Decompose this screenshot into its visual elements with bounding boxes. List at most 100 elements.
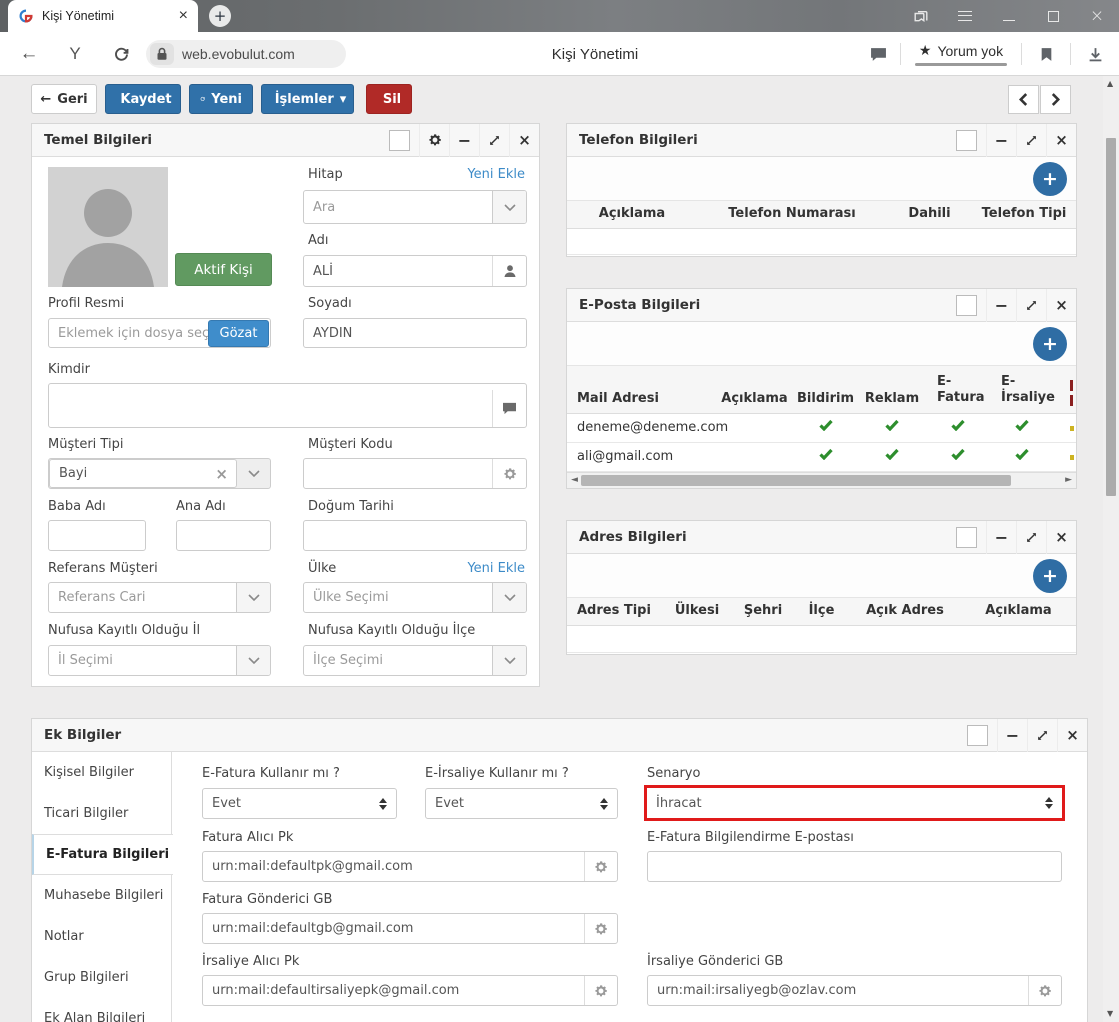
chevron-down-icon[interactable] <box>492 646 526 675</box>
ilce-select[interactable]: İlçe Seçimi <box>303 645 527 676</box>
dogum-tarihi-input[interactable] <box>303 520 527 551</box>
panel-close-icon[interactable]: × <box>1057 719 1087 752</box>
panel-select-checkbox[interactable] <box>956 295 977 316</box>
panel-expand-icon[interactable] <box>1027 719 1057 752</box>
window-close-button[interactable]: × <box>1089 8 1105 24</box>
senaryo-select[interactable]: İhracat <box>644 785 1065 821</box>
panel-expand-icon[interactable] <box>1016 124 1046 157</box>
panel-collapse-icon[interactable]: − <box>986 521 1016 554</box>
bookmark-icon[interactable] <box>1022 47 1070 62</box>
comment-icon[interactable] <box>856 47 900 62</box>
musteri-kodu-input[interactable] <box>303 458 527 489</box>
il-select[interactable]: İl Seçimi <box>48 645 271 676</box>
kimdir-textarea[interactable] <box>48 383 527 428</box>
select-spinner-icon[interactable] <box>600 798 608 810</box>
fatura-gonderici-gb-input[interactable]: urn:mail:defaultgb@gmail.com <box>202 913 618 944</box>
gear-icon[interactable] <box>584 976 617 1005</box>
gear-icon[interactable] <box>584 914 617 943</box>
panel-collapse-icon[interactable]: − <box>449 124 479 157</box>
gozat-button[interactable]: Gözat <box>208 320 269 347</box>
panel-close-icon[interactable]: × <box>1046 289 1076 322</box>
chevron-down-icon[interactable] <box>492 583 526 612</box>
ulke-yeni-ekle-link[interactable]: Yeni Ekle <box>467 561 525 576</box>
panel-select-checkbox[interactable] <box>956 527 977 548</box>
panel-expand-icon[interactable] <box>1016 289 1046 322</box>
irsaliye-alici-pk-input[interactable]: urn:mail:defaultirsaliyepk@gmail.com <box>202 975 618 1006</box>
vscroll-thumb[interactable] <box>1106 138 1116 496</box>
email-table-hscrollbar[interactable]: ◄ ► <box>567 472 1076 488</box>
tab-kisisel-bilgiler[interactable]: Kişisel Bilgiler <box>32 752 171 793</box>
panel-expand-icon[interactable] <box>1016 521 1046 554</box>
add-email-button[interactable]: + <box>1033 327 1067 361</box>
prev-page-button[interactable] <box>1008 85 1039 114</box>
efatura-kullanir-select[interactable]: Evet <box>202 788 397 819</box>
address-bar[interactable]: web.evobulut.com <box>146 40 346 68</box>
aktif-kisi-button[interactable]: Aktif Kişi <box>175 253 272 286</box>
islemler-button[interactable]: İşlemler ▾ <box>261 84 354 114</box>
panel-collapse-icon[interactable]: − <box>986 124 1016 157</box>
panel-close-icon[interactable]: × <box>1046 124 1076 157</box>
gear-icon[interactable] <box>1028 976 1061 1005</box>
next-page-button[interactable] <box>1040 85 1071 114</box>
geri-button[interactable]: ← Geri <box>31 84 97 114</box>
add-address-button[interactable]: + <box>1033 559 1067 593</box>
tab-overview-icon[interactable] <box>913 8 929 24</box>
scroll-down-icon[interactable]: ▼ <box>1107 1009 1113 1018</box>
email-row[interactable]: ali@gmail.com <box>567 443 1076 472</box>
eirsaliye-kullanir-select[interactable]: Evet <box>425 788 618 819</box>
panel-expand-icon[interactable] <box>479 124 509 157</box>
panel-collapse-icon[interactable]: − <box>997 719 1027 752</box>
tab-notlar[interactable]: Notlar <box>32 916 171 957</box>
scroll-up-icon[interactable]: ▲ <box>1107 79 1113 88</box>
chevron-down-icon[interactable] <box>237 470 270 477</box>
irsaliye-gonderici-gb-input[interactable]: urn:mail:irsaliyegb@ozlav.com <box>647 975 1062 1006</box>
gear-icon[interactable] <box>492 459 526 488</box>
soyadi-input[interactable]: AYDIN <box>303 318 527 348</box>
browser-tab[interactable]: Kişi Yönetimi × <box>8 0 198 32</box>
fatura-alici-pk-input[interactable]: urn:mail:defaultpk@gmail.com <box>202 851 618 882</box>
scroll-right-icon[interactable]: ► <box>1065 475 1072 485</box>
browser-menu-icon[interactable] <box>957 8 973 24</box>
chevron-down-icon[interactable] <box>492 191 526 223</box>
forward-y-icon[interactable]: Y <box>62 32 88 76</box>
bilgilendirme-input[interactable] <box>647 851 1062 882</box>
scroll-left-icon[interactable]: ◄ <box>571 475 578 485</box>
tab-grup-bilgileri[interactable]: Grup Bilgileri <box>32 957 171 998</box>
download-icon[interactable] <box>1071 47 1119 62</box>
comment-status-button[interactable]: ★ Yorum yok <box>915 42 1007 66</box>
panel-collapse-icon[interactable]: − <box>986 289 1016 322</box>
add-phone-button[interactable]: + <box>1033 162 1067 196</box>
panel-select-checkbox[interactable] <box>389 130 410 151</box>
new-tab-button[interactable]: + <box>209 5 231 27</box>
select-spinner-icon[interactable] <box>379 798 387 810</box>
musteri-tipi-select[interactable]: Bayi × <box>48 458 271 489</box>
select-spinner-icon[interactable] <box>1045 797 1053 809</box>
clear-x-icon[interactable]: × <box>215 465 228 483</box>
baba-adi-input[interactable] <box>48 520 146 551</box>
tab-efatura-bilgileri[interactable]: E-Fatura Bilgileri <box>32 834 173 875</box>
window-maximize-button[interactable] <box>1045 8 1061 24</box>
page-vertical-scrollbar[interactable]: ▲ ▼ <box>1103 76 1119 1022</box>
refresh-button[interactable] <box>108 32 134 76</box>
panel-close-icon[interactable]: × <box>1046 521 1076 554</box>
gear-icon[interactable] <box>584 852 617 881</box>
email-row[interactable]: deneme@deneme.com <box>567 414 1076 443</box>
panel-select-checkbox[interactable] <box>956 130 977 151</box>
tab-ticari-bilgiler[interactable]: Ticari Bilgiler <box>32 793 171 834</box>
ulke-select[interactable]: Ülke Seçimi <box>303 582 527 613</box>
hitap-select[interactable]: Ara <box>303 190 527 224</box>
chevron-down-icon[interactable] <box>236 646 270 675</box>
tab-close-icon[interactable]: × <box>179 8 188 24</box>
hscroll-thumb[interactable] <box>581 475 1011 486</box>
panel-select-checkbox[interactable] <box>967 725 988 746</box>
sil-button[interactable]: Sil <box>366 84 412 114</box>
referans-musteri-select[interactable]: Referans Cari <box>48 582 271 613</box>
kaydet-button[interactable]: Kaydet <box>105 84 181 114</box>
panel-gear-icon[interactable] <box>419 124 449 157</box>
ana-adi-input[interactable] <box>176 520 271 551</box>
tab-ek-alan-bilgileri[interactable]: Ek Alan Bilgileri <box>32 998 171 1022</box>
hitap-yeni-ekle-link[interactable]: Yeni Ekle <box>467 167 525 182</box>
window-minimize-button[interactable] <box>1001 8 1017 24</box>
adi-input[interactable]: ALİ <box>303 255 527 287</box>
yeni-button[interactable]: Yeni <box>189 84 253 114</box>
